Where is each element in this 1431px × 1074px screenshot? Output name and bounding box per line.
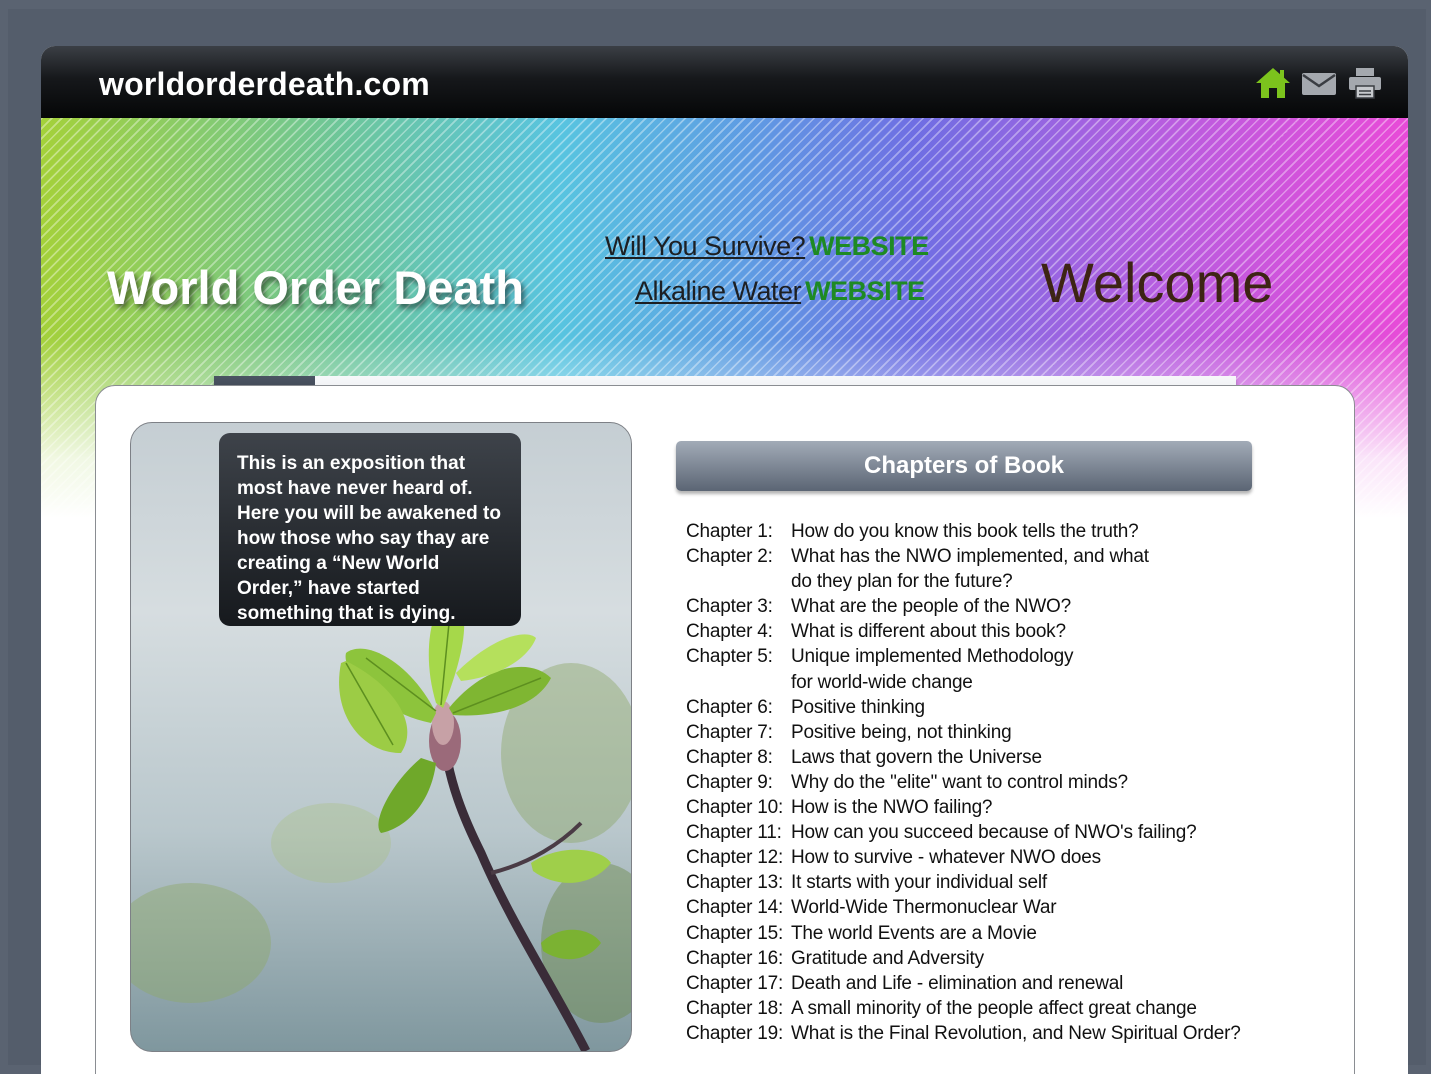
- chapter-row: Chapter 5: Unique implemented Methodology: [686, 644, 1306, 669]
- website-container: worldorderdeath.com World Order Death Wi…: [41, 46, 1408, 1074]
- promo-survive: Will You Survive? WEBSITE: [605, 231, 929, 262]
- site-title[interactable]: worldorderdeath.com: [99, 66, 430, 103]
- chapter-title: Laws that govern the Universe: [791, 746, 1042, 768]
- chapter-row: for world-wide change: [686, 670, 1306, 695]
- chapter-row: Chapter 15: The world Events are a Movie: [686, 921, 1306, 946]
- chapter-number: Chapter 19:: [686, 1022, 784, 1044]
- chapter-row: Chapter 19: What is the Final Revolution,…: [686, 1021, 1306, 1046]
- chapter-row: Chapter 17: Death and Life - elimination …: [686, 971, 1306, 996]
- chapter-number: Chapter 1:: [686, 521, 773, 542]
- chapter-title: What is the Final Revolution, and New Sp…: [791, 1022, 1241, 1044]
- chapter-row: Chapter 7: Positive being, not thinking: [686, 720, 1306, 745]
- chapter-row: Chapter 4: What is different about this b…: [686, 619, 1306, 644]
- chapter-number: Chapter 4:: [686, 621, 773, 643]
- chapter-title: What are the people of the NWO?: [791, 596, 1072, 618]
- home-icon[interactable]: [1254, 66, 1292, 100]
- chapter-title: How to survive - whatever NWO does: [791, 847, 1101, 869]
- chapter-number: [686, 569, 791, 594]
- chapter-title: for world-wide change: [791, 671, 973, 693]
- chapters-header: Chapters of Book: [676, 441, 1252, 491]
- chapter-title: The world Events are a Movie: [791, 922, 1037, 944]
- chapter-number: Chapter 17:: [686, 972, 784, 994]
- chapter-row: Chapter 14: World-Wide Thermonuclear War: [686, 895, 1306, 920]
- chapter-title: What has the NWO implemented, and what: [791, 546, 1149, 568]
- chapter-number: Chapter 5:: [686, 646, 773, 668]
- headline: World Order Death: [107, 261, 524, 314]
- chapter-title: Positive thinking: [791, 696, 925, 718]
- chapter-row: Chapter 1: How do you know this book tell…: [686, 519, 1306, 544]
- print-icon[interactable]: [1348, 66, 1382, 100]
- chapter-row: Chapter 3: What are the people of the NWO…: [686, 594, 1306, 619]
- alkaline-website-tag[interactable]: WEBSITE: [805, 276, 925, 306]
- chapter-list: Chapter 1: How do you know this book tell…: [686, 519, 1306, 1046]
- intro-text: This is an exposition that most have nev…: [219, 433, 521, 626]
- chapter-row: Chapter 18: A small minority of the peopl…: [686, 996, 1306, 1021]
- chapter-row: Chapter 12: How to survive - whatever NWO…: [686, 845, 1306, 870]
- welcome-text: Welcome: [1041, 251, 1274, 314]
- chapter-number: Chapter 8:: [686, 746, 773, 768]
- promo-alkaline: Alkaline Water WEBSITE: [635, 276, 925, 307]
- chapter-title: How is the NWO failing?: [791, 797, 993, 819]
- chapter-title: do they plan for the future?: [791, 571, 1013, 593]
- chapter-row: Chapter 16: Gratitude and Adversity: [686, 946, 1306, 971]
- chapter-title: What is different about this book?: [791, 621, 1066, 643]
- chapter-number: Chapter 15:: [686, 922, 784, 944]
- chapter-number: Chapter 6:: [686, 696, 773, 718]
- chapter-number: [686, 670, 791, 695]
- content-panel: This is an exposition that most have nev…: [95, 385, 1355, 1074]
- chapter-number: Chapter 7:: [686, 721, 773, 743]
- chapter-row: Chapter 11: How can you succeed because o…: [686, 820, 1306, 845]
- chapter-row: Chapter 9: Why do the "elite" want to con…: [686, 770, 1306, 795]
- chapter-number: Chapter 2:: [686, 546, 773, 568]
- chapter-title: Unique implemented Methodology: [791, 646, 1074, 668]
- chapter-title: Why do the "elite" want to control minds…: [791, 771, 1128, 793]
- chapter-number: Chapter 9:: [686, 771, 773, 793]
- chapter-number: Chapter 10:: [686, 797, 784, 819]
- chapter-title: A small minority of the people affect gr…: [791, 997, 1197, 1019]
- chapter-title: World-Wide Thermonuclear War: [791, 897, 1057, 919]
- chapter-row: do they plan for the future?: [686, 569, 1306, 594]
- survive-website-tag[interactable]: WEBSITE: [809, 231, 929, 261]
- chapter-title: It starts with your individual self: [791, 872, 1047, 894]
- chapter-number: Chapter 11:: [686, 822, 782, 844]
- chapter-number: Chapter 12:: [686, 847, 784, 869]
- survive-link[interactable]: Will You Survive?: [605, 231, 806, 261]
- chapter-number: Chapter 3:: [686, 596, 773, 618]
- chapter-number: Chapter 14:: [686, 897, 784, 919]
- chapter-title: Death and Life - elimination and renewal: [791, 972, 1124, 994]
- chapter-title: Gratitude and Adversity: [791, 947, 984, 969]
- chapter-row: Chapter 8: Laws that govern the Universe: [686, 745, 1306, 770]
- chapter-number: Chapter 16:: [686, 947, 784, 969]
- chapter-title: How do you know this book tells the trut…: [791, 521, 1139, 542]
- chapter-row: Chapter 13: It starts with your individua…: [686, 870, 1306, 895]
- top-bar: worldorderdeath.com: [41, 46, 1408, 118]
- chapter-number: Chapter 18:: [686, 997, 784, 1019]
- chapter-title: How can you succeed because of NWO's fai…: [791, 822, 1197, 844]
- chapter-row: Chapter 10: How is the NWO failing?: [686, 795, 1306, 820]
- chapter-title: Positive being, not thinking: [791, 721, 1012, 743]
- chapter-row: Chapter 6: Positive thinking: [686, 695, 1306, 720]
- chapter-number: Chapter 13:: [686, 872, 784, 894]
- plant-photo: This is an exposition that most have nev…: [130, 422, 632, 1052]
- page-frame: worldorderdeath.com World Order Death Wi…: [8, 9, 1426, 1074]
- alkaline-water-link[interactable]: Alkaline Water: [635, 276, 802, 306]
- chapter-row: Chapter 2: What has the NWO implemented, …: [686, 544, 1306, 569]
- mail-icon[interactable]: [1301, 72, 1337, 96]
